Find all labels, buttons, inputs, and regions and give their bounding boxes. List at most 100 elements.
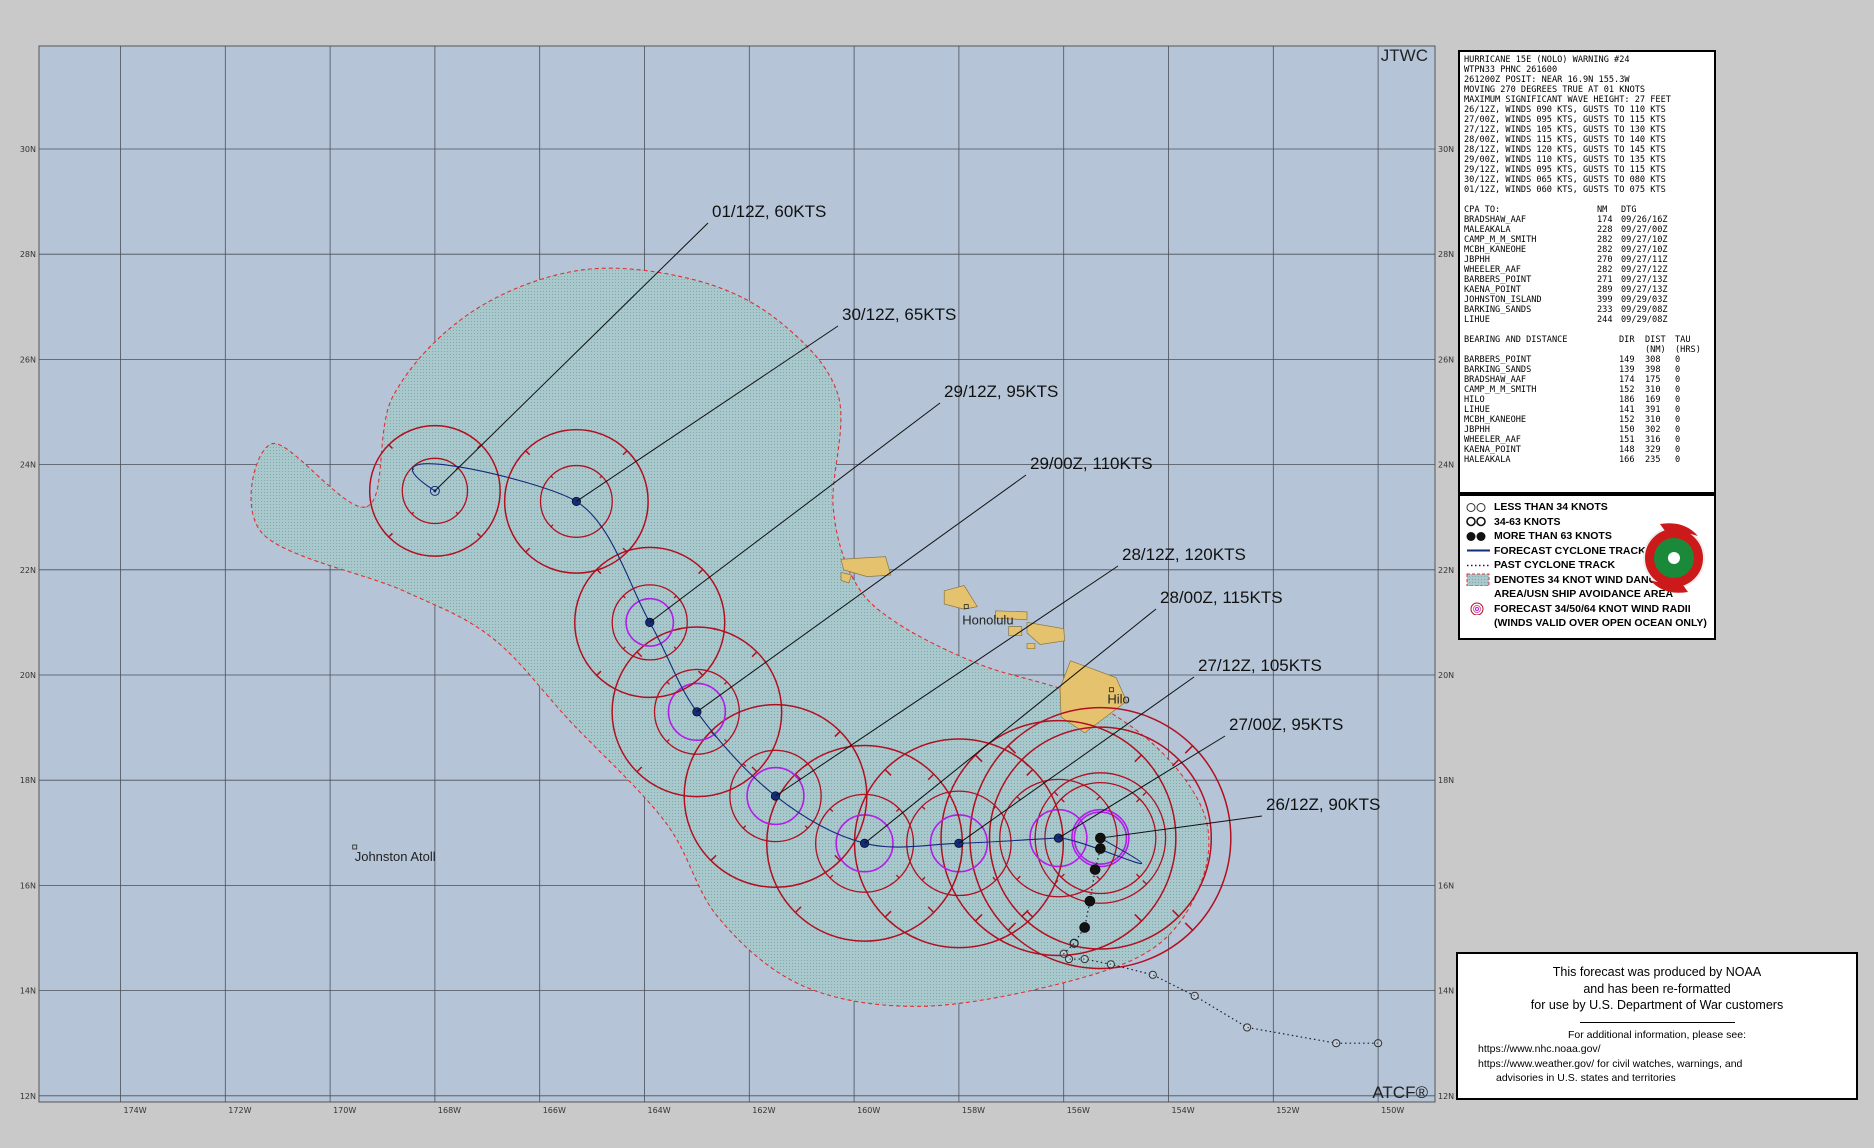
bearing-subheader: (NM) (HRS) <box>1645 345 1701 355</box>
bearing-row: KAENA_POINT 148 329 0 <box>1464 445 1681 455</box>
past-point-gt63 <box>1079 922 1090 933</box>
cpa-row: JBPHH 270 09/27/11Z <box>1464 255 1668 265</box>
callout-label: 29/12Z, 95KTS <box>944 382 1058 401</box>
lon-label: 164W <box>648 1106 671 1115</box>
bearing-row: CAMP_M_M_SMITH 152 310 0 <box>1464 385 1681 395</box>
legend-text: (WINDS VALID OVER OPEN OCEAN ONLY) <box>1494 617 1707 630</box>
past-point-lt34 <box>1148 970 1157 979</box>
bearing-row: JBPHH 150 302 0 <box>1464 425 1681 435</box>
danger1-symbol-icon <box>1466 573 1490 587</box>
lat-label-left: 22N <box>20 566 36 575</box>
warning-line: WTPN33 PHNC 261600 <box>1464 65 1558 75</box>
cpa-row: LIHUE 244 09/29/08Z <box>1464 315 1668 325</box>
cpa-row: CAMP_M_M_SMITH 282 09/27/10Z <box>1464 235 1668 245</box>
warning-line: 29/00Z, WINDS 110 KTS, GUSTS TO 135 KTS <box>1464 155 1666 165</box>
lat-label-right: 20N <box>1438 671 1454 680</box>
warning-header: HURRICANE 15E (NOLO) WARNING #24 WTPN33 P… <box>1464 55 1710 195</box>
bearing-row: BRADSHAW_AAF 174 175 0 <box>1464 375 1681 385</box>
place-label: Honolulu <box>962 613 1013 628</box>
lat-label-left: 20N <box>20 671 36 680</box>
legend-text: LESS THAN 34 KNOTS <box>1494 501 1608 514</box>
warning-line: 01/12Z, WINDS 060 KTS, GUSTS TO 075 KTS <box>1464 185 1666 195</box>
lat-label-right: 16N <box>1438 881 1454 890</box>
bearing-row: BARKING_SANDS 139 398 0 <box>1464 365 1681 375</box>
legend-text: 34-63 KNOTS <box>1494 515 1561 528</box>
noaa-notice: This forecast was produced by NOAA and h… <box>1456 952 1858 1100</box>
bearing-row: LIHUE 141 391 0 <box>1464 405 1681 415</box>
lon-label: 166W <box>543 1106 566 1115</box>
cpa-row: MCBH_KANEOHE 282 09/27/10Z <box>1464 245 1668 255</box>
past-point-lt34 <box>1080 954 1089 964</box>
lon-label: 152W <box>1276 1106 1299 1115</box>
radii1-symbol-icon <box>1470 602 1484 616</box>
past-point-gt63 <box>1095 843 1106 854</box>
lat-label-right: 28N <box>1438 250 1454 259</box>
past-point-lt34 <box>1243 1023 1252 1032</box>
lat-label-right: 14N <box>1438 987 1454 996</box>
lat-label-right: 22N <box>1438 566 1454 575</box>
legend-text: PAST CYCLONE TRACK <box>1494 559 1616 572</box>
lat-label-left: 24N <box>20 461 36 470</box>
legend-text: FORECAST CYCLONE TRACK <box>1494 544 1646 557</box>
noaa-line-7: advisories in U.S. states and territorie… <box>1496 1072 1676 1084</box>
warning-line: HURRICANE 15E (NOLO) WARNING #24 <box>1464 55 1630 65</box>
legend-text: FORECAST 34/50/64 KNOT WIND RADII <box>1494 602 1691 615</box>
past-point-lt34 <box>1106 960 1115 969</box>
bearing-row: WHEELER_AAF 151 316 0 <box>1464 435 1681 445</box>
island <box>1026 643 1036 650</box>
forecast-point <box>571 496 581 507</box>
callout-label: 27/12Z, 105KTS <box>1198 656 1322 675</box>
nws-logo <box>1643 523 1705 593</box>
callout-label: 29/00Z, 110KTS <box>1030 454 1153 473</box>
past-point-gt63 <box>1084 895 1096 907</box>
warning-panel: HURRICANE 15E (NOLO) WARNING #24 WTPN33 P… <box>1458 50 1716 494</box>
cpa-row: MALEAKALA 228 09/27/00Z <box>1464 225 1668 235</box>
lat-label-right: 24N <box>1438 461 1454 470</box>
lat-label-left: 28N <box>20 250 36 259</box>
cpa-row: KAENA_POINT 289 09/27/13Z <box>1464 285 1668 295</box>
agency-bottom-label: ATCF® <box>1372 1083 1428 1102</box>
warning-line: 28/00Z, WINDS 115 KTS, GUSTS TO 140 KTS <box>1464 135 1666 145</box>
warning-line: MOVING 270 DEGREES TRUE AT 01 KNOTS <box>1464 85 1646 95</box>
noaa-link-weather[interactable]: https://www.weather.gov/ for civil watch… <box>1458 1058 1856 1073</box>
warning-line: 26/12Z, WINDS 090 KTS, GUSTS TO 110 KTS <box>1464 105 1666 115</box>
place-label: Hilo <box>1107 692 1129 707</box>
callout-label: 01/12Z, 60KTS <box>712 202 826 221</box>
lon-label: 174W <box>124 1106 147 1115</box>
warning-line: MAXIMUM SIGNIFICANT WAVE HEIGHT: 27 FEET <box>1464 95 1671 105</box>
lat-label-left: 14N <box>20 987 36 996</box>
lat-label-left: 16N <box>20 881 36 890</box>
lat-label-right: 18N <box>1438 776 1454 785</box>
legend-item-radii2: (WINDS VALID OVER OPEN OCEAN ONLY) <box>1466 616 1708 631</box>
cpa-row: JOHNSTON_ISLAND 399 09/29/03Z <box>1464 295 1668 305</box>
lon-label: 156W <box>1067 1106 1090 1115</box>
warning-line: 30/12Z, WINDS 065 KTS, GUSTS TO 080 KTS <box>1464 175 1666 185</box>
warning-line: 261200Z POSIT: NEAR 16.9N 155.3W <box>1464 75 1630 85</box>
legend-item-radii1: FORECAST 34/50/64 KNOT WIND RADII <box>1466 602 1708 617</box>
lat-label-left: 18N <box>20 776 36 785</box>
cpa-row: BARBERS_POINT 271 09/27/13Z <box>1464 275 1668 285</box>
fcst-symbol-icon <box>1467 549 1490 552</box>
lon-label: 162W <box>752 1106 775 1115</box>
lon-label: 172W <box>228 1106 251 1115</box>
bearing-header: BEARING AND DISTANCE DIR DIST TAU <box>1464 335 1691 345</box>
cpa-table: BRADSHAW_AAF 174 09/26/16Z MALEAKALA 228 09/2… <box>1464 215 1710 325</box>
noaa-link-nhc[interactable]: https://www.nhc.noaa.gov/ <box>1458 1043 1856 1058</box>
legend-text: MORE THAN 63 KNOTS <box>1494 530 1612 543</box>
noaa-line-1: This forecast was produced by NOAA <box>1552 965 1762 979</box>
cpa-row: WHEELER_AAF 282 09/27/12Z <box>1464 265 1668 275</box>
lat-label-right: 12N <box>1438 1092 1454 1101</box>
callout-label: 27/00Z, 95KTS <box>1229 715 1343 734</box>
legend-panel: LESS THAN 34 KNOTS 34-63 KNOTS MORE THAN 6… <box>1458 494 1716 640</box>
gt63-symbol-icon <box>1466 531 1486 541</box>
noaa-line-2: and has been re-formatted <box>1583 981 1731 996</box>
agency-top-label: JTWC <box>1381 46 1428 65</box>
lt34-symbol-icon <box>1466 502 1486 512</box>
island <box>1008 626 1023 636</box>
bearing-row: BARBERS_POINT 149 308 0 <box>1464 355 1681 365</box>
bearing-table: BARBERS_POINT 149 308 0 BARKING_SANDS 139 398 0… <box>1464 355 1710 465</box>
lat-label-left: 26N <box>20 355 36 364</box>
lat-label-right: 26N <box>1438 355 1454 364</box>
warning-line: 29/12Z, WINDS 095 KTS, GUSTS TO 115 KTS <box>1464 165 1666 175</box>
lon-label: 168W <box>438 1106 461 1115</box>
